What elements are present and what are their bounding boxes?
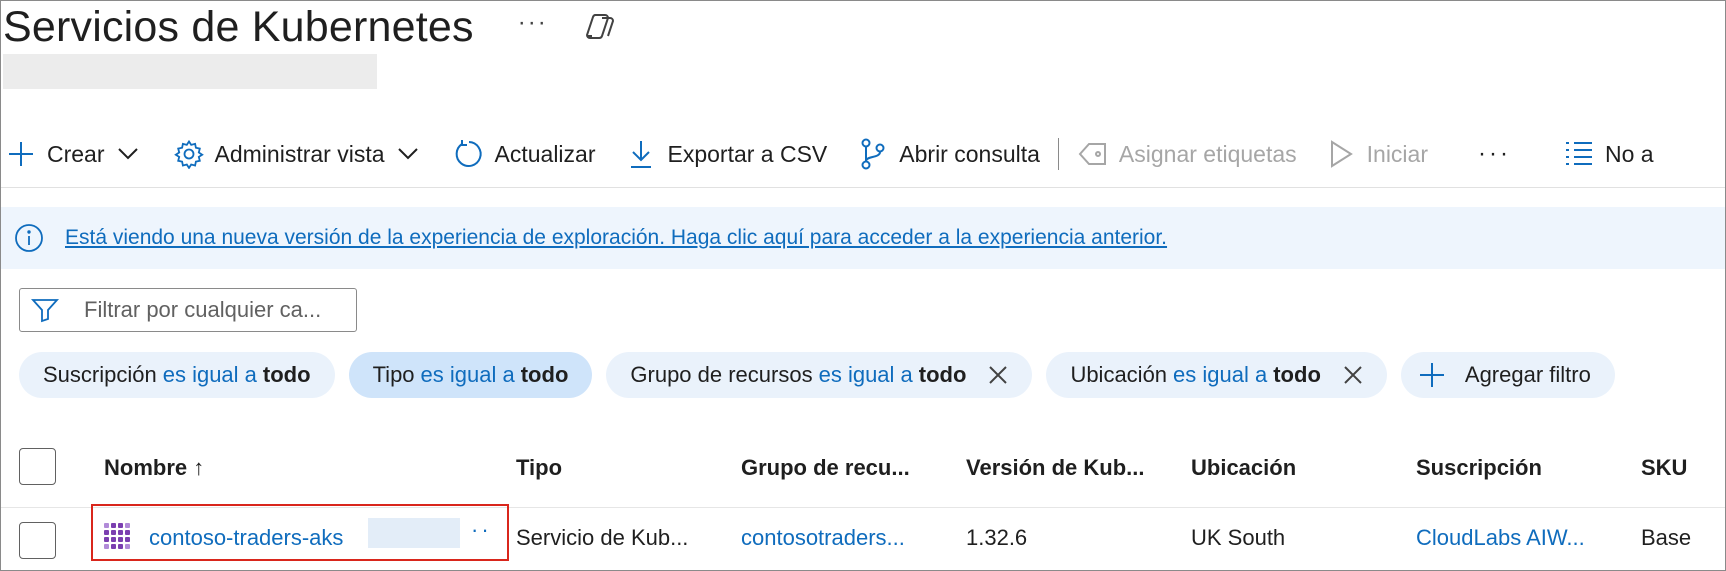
no-grouping-button[interactable]: No a xyxy=(1563,133,1654,175)
info-icon xyxy=(13,222,45,254)
close-icon[interactable] xyxy=(1343,365,1363,385)
toolbar-divider xyxy=(1,187,1725,188)
column-header-type[interactable]: Tipo xyxy=(516,455,562,481)
export-csv-label: Exportar a CSV xyxy=(667,140,828,167)
column-header-subscription[interactable]: Suscripción xyxy=(1416,455,1542,481)
pill-key: Ubicación xyxy=(1070,362,1168,387)
command-bar: Crear Administrar vista Actualizar Expor… xyxy=(1,133,1725,175)
column-header-name[interactable]: Nombre ↑ xyxy=(104,455,204,481)
create-button[interactable]: Crear xyxy=(5,133,139,175)
cell-version: 1.32.6 xyxy=(966,525,1028,550)
cell-resource-group-link[interactable]: contosotraders... xyxy=(741,525,905,551)
column-header-sku[interactable]: SKU xyxy=(1641,455,1687,481)
select-all-checkbox[interactable] xyxy=(19,448,56,485)
play-icon xyxy=(1325,138,1357,170)
filter-pills: Suscripción es igual a todo Tipo es igua… xyxy=(19,352,1629,398)
refresh-label: Actualizar xyxy=(494,140,596,167)
row-checkbox[interactable] xyxy=(19,522,56,559)
pill-key: Grupo de recursos xyxy=(630,362,813,387)
filter-icon xyxy=(30,295,60,325)
export-csv-button[interactable]: Exportar a CSV xyxy=(625,133,827,175)
assign-tags-button[interactable]: Asignar etiquetas xyxy=(1077,133,1297,175)
pill-subscription[interactable]: Suscripción es igual a todo xyxy=(19,352,335,398)
pill-operator: es igual a xyxy=(162,362,257,387)
pill-key: Tipo xyxy=(372,362,415,387)
refresh-icon xyxy=(453,138,485,170)
manage-view-button[interactable]: Administrar vista xyxy=(173,133,419,175)
toolbar-more-button[interactable]: ··· xyxy=(1478,133,1511,175)
pill-operator: es igual a xyxy=(818,362,913,387)
pill-operator: es igual a xyxy=(420,362,515,387)
assign-tags-label: Asignar etiquetas xyxy=(1118,140,1297,167)
plus-icon xyxy=(5,138,37,170)
download-icon xyxy=(625,138,657,170)
column-header-location[interactable]: Ubicación xyxy=(1191,455,1296,481)
plus-icon xyxy=(1419,362,1445,388)
info-banner: Está viendo una nueva versión de la expe… xyxy=(1,207,1725,269)
toolbar-separator xyxy=(1057,138,1059,170)
previous-experience-link[interactable]: Está viendo una nueva versión de la expe… xyxy=(65,226,1167,250)
tag-icon xyxy=(1077,138,1109,170)
add-filter-button[interactable]: Agregar filtro xyxy=(1400,352,1615,398)
table-header: Nombre ↑ Tipo Grupo de recu... Versión d… xyxy=(1,443,1725,493)
pill-type[interactable]: Tipo es igual a todo xyxy=(348,352,593,398)
pill-key: Suscripción xyxy=(43,362,157,387)
refresh-button[interactable]: Actualizar xyxy=(453,133,596,175)
create-label: Crear xyxy=(47,140,105,167)
kubernetes-services-page: Servicios de Kubernetes ··· Crear Admini… xyxy=(0,0,1726,571)
close-icon[interactable] xyxy=(988,365,1008,385)
open-query-label: Abrir consulta xyxy=(899,140,1040,167)
cell-sku: Base xyxy=(1641,525,1692,550)
subtitle-redacted xyxy=(3,54,377,89)
copilot-icon[interactable] xyxy=(582,9,618,45)
highlight-box xyxy=(91,504,509,561)
add-filter-label: Agregar filtro xyxy=(1464,362,1591,387)
pill-location[interactable]: Ubicación es igual a todo xyxy=(1046,352,1387,398)
no-grouping-label: No a xyxy=(1604,140,1654,167)
filter-search-box[interactable] xyxy=(19,288,357,332)
column-header-version[interactable]: Versión de Kub... xyxy=(966,455,1144,481)
pill-value: todo xyxy=(918,362,967,387)
pill-operator: es igual a xyxy=(1173,362,1268,387)
page-title: Servicios de Kubernetes xyxy=(3,2,474,51)
branch-icon xyxy=(857,138,889,170)
pill-resource-group[interactable]: Grupo de recursos es igual a todo xyxy=(606,352,1033,398)
pill-value: todo xyxy=(520,362,569,387)
filter-input[interactable] xyxy=(84,297,354,323)
column-header-resource-group[interactable]: Grupo de recu... xyxy=(741,455,910,481)
chevron-down-icon xyxy=(397,147,419,161)
open-query-button[interactable]: Abrir consulta xyxy=(857,133,1040,175)
start-button[interactable]: Iniciar xyxy=(1325,133,1428,175)
cell-type: Servicio de Kub... xyxy=(516,525,689,550)
cell-location: UK South xyxy=(1191,525,1286,550)
start-label: Iniciar xyxy=(1366,140,1428,167)
list-icon xyxy=(1563,138,1595,170)
title-row: Servicios de Kubernetes ··· xyxy=(3,1,618,53)
title-more-button[interactable]: ··· xyxy=(518,9,548,37)
gear-icon xyxy=(173,138,205,170)
chevron-down-icon xyxy=(117,147,139,161)
cell-subscription-link[interactable]: CloudLabs AIW... xyxy=(1416,525,1585,551)
pill-value: todo xyxy=(1273,362,1321,387)
manage-view-label: Administrar vista xyxy=(214,140,385,167)
pill-value: todo xyxy=(262,362,311,387)
toolbar-more-label: ··· xyxy=(1478,140,1511,167)
